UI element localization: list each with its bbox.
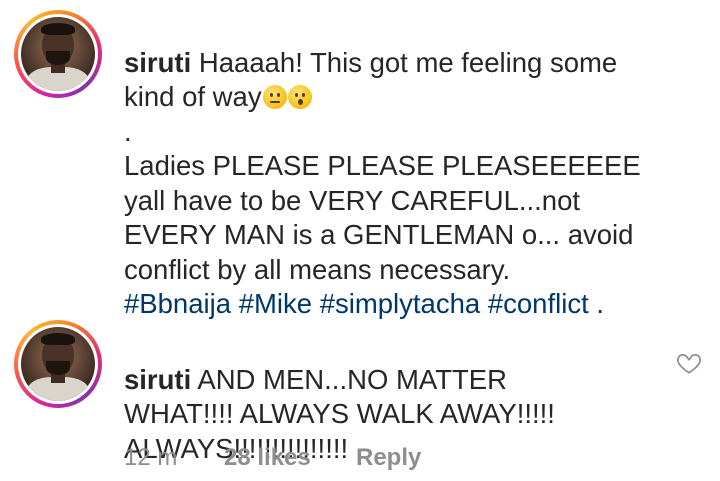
heart-outline-icon[interactable]: [676, 350, 702, 376]
comment-username[interactable]: siruti: [124, 364, 191, 395]
avatar[interactable]: [14, 320, 102, 408]
likes-count[interactable]: 28 likes: [224, 444, 311, 472]
comment-text-line: kind of way: [124, 81, 262, 112]
hashtag-link[interactable]: #simplytacha: [320, 288, 481, 319]
confused-face-emoji: [262, 85, 287, 109]
comment-body: Ladies PLEASE PLEASE PLEASEEEEEE yall ha…: [124, 150, 641, 285]
hashtag-link[interactable]: #Mike: [239, 288, 312, 319]
hashtag-link[interactable]: #Bbnaija: [124, 288, 231, 319]
comment-text-line: .: [124, 115, 132, 147]
hushed-face-emoji: [287, 85, 312, 109]
comment-text-line: .: [588, 288, 604, 319]
comment-caption: siruti Haaaah! This got me feeling some …: [124, 11, 641, 322]
avatar-photo: [21, 17, 95, 91]
avatar[interactable]: [14, 10, 102, 98]
comment-text-line: Haaaah! This got me feeling some: [191, 46, 618, 78]
comment-timestamp: 12 m: [124, 444, 178, 471]
avatar-photo: [21, 327, 95, 401]
reply-button[interactable]: Reply: [356, 444, 421, 472]
hashtag-link[interactable]: #conflict: [488, 288, 589, 319]
comment-reply: siruti AND MEN...NO MATTER WHAT!!!! ALWA…: [124, 328, 555, 466]
comment-username[interactable]: siruti: [124, 47, 191, 78]
